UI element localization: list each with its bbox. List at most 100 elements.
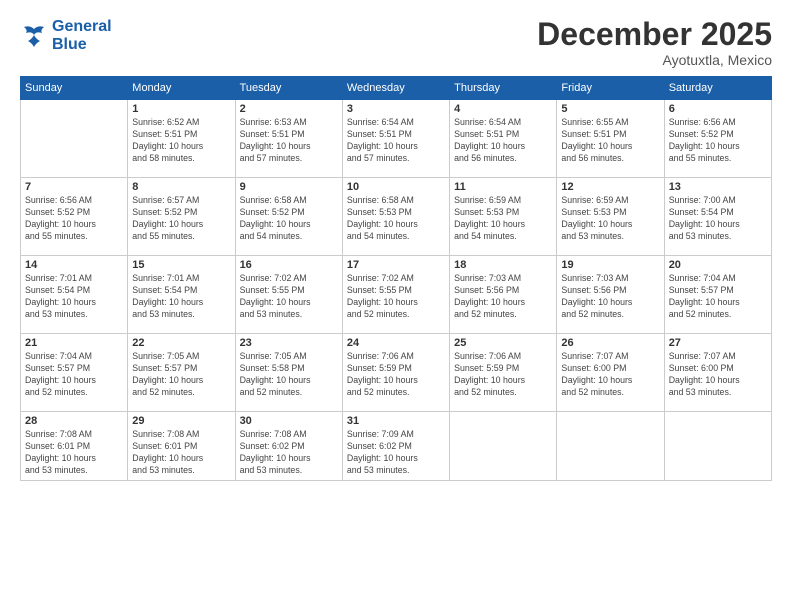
day-number: 7 <box>25 181 123 193</box>
day-number: 25 <box>454 337 552 349</box>
calendar-cell: 6 Sunrise: 6:56 AM Sunset: 5:52 PM Daylig… <box>664 100 771 178</box>
cell-info: Sunrise: 7:08 AM Sunset: 6:02 PM Dayligh… <box>240 429 338 477</box>
cell-info: Sunrise: 7:05 AM Sunset: 5:57 PM Dayligh… <box>132 351 230 399</box>
cell-info: Sunrise: 6:54 AM Sunset: 5:51 PM Dayligh… <box>347 117 445 165</box>
cell-info: Sunrise: 7:06 AM Sunset: 5:59 PM Dayligh… <box>347 351 445 399</box>
day-number: 13 <box>669 181 767 193</box>
day-number: 28 <box>25 415 123 427</box>
day-number: 18 <box>454 259 552 271</box>
cell-info: Sunrise: 6:59 AM Sunset: 5:53 PM Dayligh… <box>561 195 659 243</box>
calendar-cell: 23Sunrise: 7:05 AM Sunset: 5:58 PM Dayli… <box>235 334 342 412</box>
calendar-cell: 11Sunrise: 6:59 AM Sunset: 5:53 PM Dayli… <box>450 178 557 256</box>
calendar-cell: 12 Sunrise: 6:59 AM Sunset: 5:53 PM Dayli… <box>557 178 664 256</box>
day-number: 9 <box>240 181 338 193</box>
day-number: 4 <box>454 103 552 115</box>
day-number: 26 <box>561 337 659 349</box>
calendar-cell <box>664 412 771 481</box>
calendar-cell: 25 Sunrise: 7:06 AM Sunset: 5:59 PM Dayli… <box>450 334 557 412</box>
day-number: 31 <box>347 415 445 427</box>
calendar-week-row: 21Sunrise: 7:04 AM Sunset: 5:57 PM Dayli… <box>21 334 772 412</box>
weekday-header: Wednesday <box>342 77 449 100</box>
weekday-header: Thursday <box>450 77 557 100</box>
calendar-cell: 4 Sunrise: 6:54 AM Sunset: 5:51 PM Daylig… <box>450 100 557 178</box>
weekday-header: Tuesday <box>235 77 342 100</box>
cell-info: Sunrise: 7:00 AM Sunset: 5:54 PM Dayligh… <box>669 195 767 243</box>
calendar-cell: 17 Sunrise: 7:02 AM Sunset: 5:55 PM Dayli… <box>342 256 449 334</box>
day-number: 12 <box>561 181 659 193</box>
cell-info: Sunrise: 6:52 AM Sunset: 5:51 PM Dayligh… <box>132 117 230 165</box>
logo-text: General Blue <box>52 18 112 53</box>
cell-info: Sunrise: 7:04 AM Sunset: 5:57 PM Dayligh… <box>25 351 123 399</box>
cell-info: Sunrise: 7:06 AM Sunset: 5:59 PM Dayligh… <box>454 351 552 399</box>
calendar-cell: 5 Sunrise: 6:55 AM Sunset: 5:51 PM Daylig… <box>557 100 664 178</box>
logo-icon <box>20 25 48 47</box>
day-number: 15 <box>132 259 230 271</box>
calendar-cell: 20 Sunrise: 7:04 AM Sunset: 5:57 PM Dayli… <box>664 256 771 334</box>
calendar-cell: 21Sunrise: 7:04 AM Sunset: 5:57 PM Dayli… <box>21 334 128 412</box>
cell-info: Sunrise: 6:56 AM Sunset: 5:52 PM Dayligh… <box>669 117 767 165</box>
cell-info: Sunrise: 7:07 AM Sunset: 6:00 PM Dayligh… <box>669 351 767 399</box>
weekday-header: Saturday <box>664 77 771 100</box>
calendar-cell <box>450 412 557 481</box>
calendar-cell: 10Sunrise: 6:58 AM Sunset: 5:53 PM Dayli… <box>342 178 449 256</box>
calendar-week-row: 7 Sunrise: 6:56 AM Sunset: 5:52 PM Daylig… <box>21 178 772 256</box>
day-number: 3 <box>347 103 445 115</box>
cell-info: Sunrise: 7:07 AM Sunset: 6:00 PM Dayligh… <box>561 351 659 399</box>
calendar-cell <box>557 412 664 481</box>
month-title: December 2025 <box>537 18 772 50</box>
calendar-week-row: 14 Sunrise: 7:01 AM Sunset: 5:54 PM Dayli… <box>21 256 772 334</box>
calendar-cell: 18 Sunrise: 7:03 AM Sunset: 5:56 PM Dayli… <box>450 256 557 334</box>
cell-info: Sunrise: 7:02 AM Sunset: 5:55 PM Dayligh… <box>347 273 445 321</box>
cell-info: Sunrise: 6:57 AM Sunset: 5:52 PM Dayligh… <box>132 195 230 243</box>
day-number: 8 <box>132 181 230 193</box>
cell-info: Sunrise: 6:55 AM Sunset: 5:51 PM Dayligh… <box>561 117 659 165</box>
title-block: December 2025 Ayotuxtla, Mexico <box>537 18 772 68</box>
day-number: 5 <box>561 103 659 115</box>
cell-info: Sunrise: 7:08 AM Sunset: 6:01 PM Dayligh… <box>25 429 123 477</box>
calendar-cell: 16 Sunrise: 7:02 AM Sunset: 5:55 PM Dayli… <box>235 256 342 334</box>
calendar-cell: 26 Sunrise: 7:07 AM Sunset: 6:00 PM Dayli… <box>557 334 664 412</box>
day-number: 27 <box>669 337 767 349</box>
page: General Blue December 2025 Ayotuxtla, Me… <box>0 0 792 612</box>
day-number: 24 <box>347 337 445 349</box>
location: Ayotuxtla, Mexico <box>537 52 772 68</box>
cell-info: Sunrise: 6:58 AM Sunset: 5:52 PM Dayligh… <box>240 195 338 243</box>
calendar-cell: 22Sunrise: 7:05 AM Sunset: 5:57 PM Dayli… <box>128 334 235 412</box>
logo: General Blue <box>20 18 112 53</box>
calendar-cell: 28 Sunrise: 7:08 AM Sunset: 6:01 PM Dayli… <box>21 412 128 481</box>
cell-info: Sunrise: 6:53 AM Sunset: 5:51 PM Dayligh… <box>240 117 338 165</box>
weekday-header-row: SundayMondayTuesdayWednesdayThursdayFrid… <box>21 77 772 100</box>
cell-info: Sunrise: 7:03 AM Sunset: 5:56 PM Dayligh… <box>561 273 659 321</box>
calendar-cell: 30Sunrise: 7:08 AM Sunset: 6:02 PM Dayli… <box>235 412 342 481</box>
calendar-cell: 24 Sunrise: 7:06 AM Sunset: 5:59 PM Dayli… <box>342 334 449 412</box>
weekday-header: Friday <box>557 77 664 100</box>
cell-info: Sunrise: 7:02 AM Sunset: 5:55 PM Dayligh… <box>240 273 338 321</box>
calendar-cell: 3 Sunrise: 6:54 AM Sunset: 5:51 PM Daylig… <box>342 100 449 178</box>
cell-info: Sunrise: 6:54 AM Sunset: 5:51 PM Dayligh… <box>454 117 552 165</box>
calendar-cell: 9 Sunrise: 6:58 AM Sunset: 5:52 PM Daylig… <box>235 178 342 256</box>
calendar-cell: 1 Sunrise: 6:52 AM Sunset: 5:51 PM Daylig… <box>128 100 235 178</box>
cell-info: Sunrise: 7:03 AM Sunset: 5:56 PM Dayligh… <box>454 273 552 321</box>
day-number: 19 <box>561 259 659 271</box>
cell-info: Sunrise: 7:01 AM Sunset: 5:54 PM Dayligh… <box>132 273 230 321</box>
day-number: 2 <box>240 103 338 115</box>
calendar-week-row: 28 Sunrise: 7:08 AM Sunset: 6:01 PM Dayli… <box>21 412 772 481</box>
day-number: 20 <box>669 259 767 271</box>
cell-info: Sunrise: 7:04 AM Sunset: 5:57 PM Dayligh… <box>669 273 767 321</box>
calendar: SundayMondayTuesdayWednesdayThursdayFrid… <box>20 76 772 481</box>
calendar-cell: 8 Sunrise: 6:57 AM Sunset: 5:52 PM Daylig… <box>128 178 235 256</box>
calendar-cell: 7 Sunrise: 6:56 AM Sunset: 5:52 PM Daylig… <box>21 178 128 256</box>
cell-info: Sunrise: 6:58 AM Sunset: 5:53 PM Dayligh… <box>347 195 445 243</box>
weekday-header: Sunday <box>21 77 128 100</box>
weekday-header: Monday <box>128 77 235 100</box>
day-number: 14 <box>25 259 123 271</box>
day-number: 6 <box>669 103 767 115</box>
calendar-cell: 29Sunrise: 7:08 AM Sunset: 6:01 PM Dayli… <box>128 412 235 481</box>
day-number: 1 <box>132 103 230 115</box>
calendar-cell: 19 Sunrise: 7:03 AM Sunset: 5:56 PM Dayli… <box>557 256 664 334</box>
day-number: 17 <box>347 259 445 271</box>
cell-info: Sunrise: 6:56 AM Sunset: 5:52 PM Dayligh… <box>25 195 123 243</box>
day-number: 23 <box>240 337 338 349</box>
calendar-cell: 2 Sunrise: 6:53 AM Sunset: 5:51 PM Daylig… <box>235 100 342 178</box>
day-number: 16 <box>240 259 338 271</box>
